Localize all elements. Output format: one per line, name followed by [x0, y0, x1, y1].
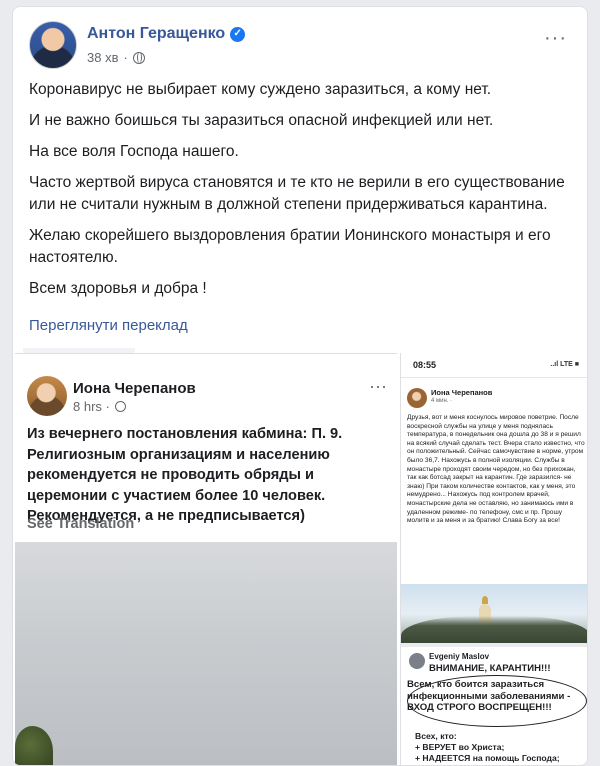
author-avatar[interactable] [29, 21, 77, 69]
post-text: Коронавирус не выбирает кому суждено зар… [29, 79, 569, 309]
shared-screenshot-left[interactable]: Иона Черепанов 8 hrs · ··· Из вечернего … [15, 353, 397, 765]
phone-author-avatar [407, 388, 427, 408]
more-options-icon[interactable]: ··· [544, 27, 567, 50]
phone-post: Иона Черепанов 4 мин. · Друзья, вот и ме… [401, 377, 587, 644]
phone-author-name: Иона Черепанов [431, 388, 493, 397]
post-paragraph: Коронавирус не выбирает кому суждено зар… [29, 81, 492, 98]
post-paragraph: Желаю скорейшего выздоровления братии Ио… [29, 227, 551, 266]
sky-photo [15, 542, 397, 765]
public-globe-icon[interactable] [132, 51, 145, 64]
quarantine-warning: Всем, кто боится заразиться инфекционным… [407, 679, 571, 713]
quarantine-headline: ВНИМАНИЕ, КАРАНТИН!!! [429, 663, 551, 674]
author-name-row: Антон Геращенко ✓ [87, 25, 246, 43]
shared-post-time: 8 hrs · [73, 399, 110, 414]
post-paragraph: И не важно боишься ты заразиться опасной… [29, 112, 494, 129]
post-header: Антон Геращенко ✓ 38 хв · ··· [29, 21, 573, 71]
monastery-photo [401, 584, 587, 644]
phone-status-time: 08:55 [413, 360, 437, 370]
shared-post-text: Из вечернего постановления кабмина: П. 9… [27, 426, 343, 524]
post-paragraph: Часто жертвой вируса становятся и те кто… [29, 174, 565, 213]
post-time[interactable]: 38 хв [87, 50, 118, 65]
shared-screenshot-phone[interactable]: 08:55 ..ıl LTE ■ Иона Черепанов 4 мин. ·… [400, 353, 587, 644]
shared-author-avatar [27, 376, 67, 416]
maslov-name: Evgeniy Maslov [429, 652, 490, 661]
shared-screenshot-bottom[interactable]: Evgeniy Maslov ВНИМАНИЕ, КАРАНТИН!!! Все… [400, 643, 587, 765]
shared-more-icon: ··· [369, 376, 387, 396]
see-translation-link[interactable]: Переглянути переклад [29, 317, 188, 334]
phone-post-text: Друзья, вот и меня коснулось мировое пов… [407, 414, 585, 525]
shared-post-meta: 8 hrs · [73, 399, 126, 414]
post-paragraph: Всем здоровья и добра ! [29, 280, 207, 297]
maslov-avatar [409, 653, 425, 669]
shared-author-name: Иона Черепанов [73, 380, 196, 397]
quarantine-list: Всех, кто: + ВЕРУЕТ во Христа; + НАДЕЕТС… [415, 731, 560, 763]
post-meta: 38 хв · [87, 50, 145, 65]
globe-icon [114, 401, 126, 412]
post-card: Антон Геращенко ✓ 38 хв · ··· Коронавиру… [12, 6, 588, 766]
shared-see-translation: See Translation [27, 516, 135, 532]
phone-post-time: 4 мин. · [431, 398, 453, 404]
post-paragraph: На все воля Господа нашего. [29, 143, 239, 160]
verified-badge-icon: ✓ [230, 26, 246, 42]
author-name[interactable]: Антон Геращенко [87, 25, 225, 43]
trees-image [401, 616, 587, 644]
phone-status-icons: ..ıl LTE ■ [550, 361, 579, 368]
